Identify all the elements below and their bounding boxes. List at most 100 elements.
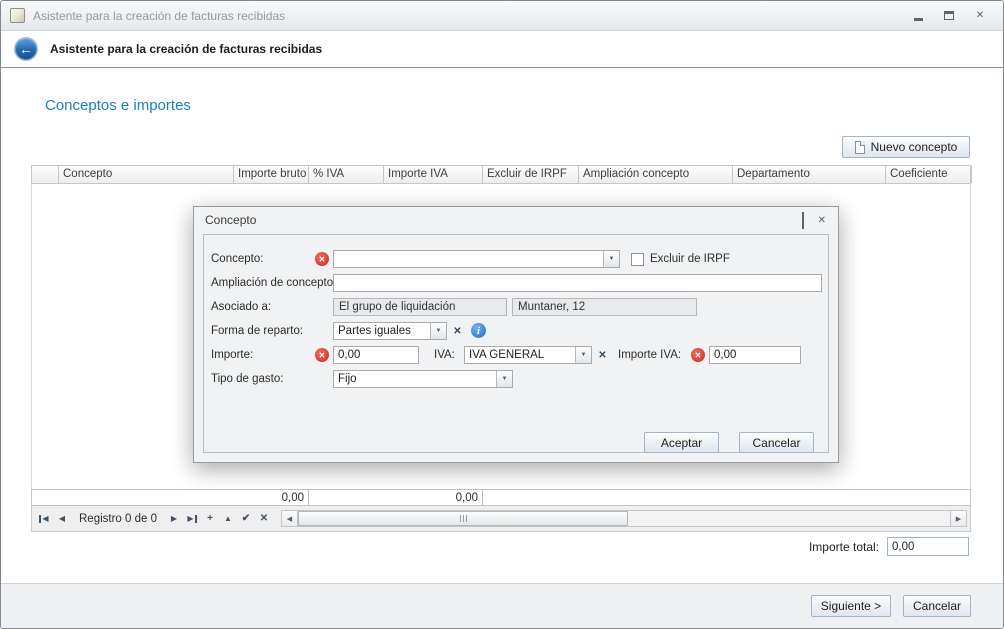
column-header-importe-bruto[interactable]: Importe bruto <box>234 166 309 183</box>
first-record-button[interactable]: ◀ <box>35 510 53 528</box>
wizard-header: ← Asistente para la creación de facturas… <box>1 31 1003 68</box>
importe-input[interactable] <box>333 346 419 364</box>
info-icon[interactable]: i <box>471 323 486 338</box>
scroll-right-button[interactable]: ▶ <box>950 511 966 526</box>
next-button-label: Siguiente > <box>821 599 881 613</box>
iva-dropdown-button[interactable]: ▼ <box>575 347 591 363</box>
record-count-label: Registro 0 de 0 <box>71 513 165 525</box>
next-record-icon: ▶ <box>171 514 177 523</box>
excluir-irpf-checkbox[interactable] <box>631 253 644 266</box>
maximize-button[interactable] <box>942 9 956 22</box>
page-title: Conceptos e importes <box>45 97 191 114</box>
scrollbar-track[interactable] <box>298 511 950 526</box>
importe-total-label: Importe total: <box>809 540 879 554</box>
next-record-button[interactable]: ▶ <box>165 510 183 528</box>
edit-record-button[interactable]: ▲ <box>219 510 237 528</box>
maximize-icon <box>944 11 954 20</box>
cancel-button[interactable]: Cancelar <box>903 595 971 617</box>
cancel-button-label: Cancelar <box>913 599 961 613</box>
column-header-indicator <box>32 166 59 183</box>
previous-record-icon: ◀ <box>59 514 65 523</box>
concepto-combobox-value[interactable] <box>334 251 603 267</box>
append-record-icon: + <box>207 513 213 524</box>
concepto-label: Concepto: <box>211 250 263 268</box>
tipo-gasto-dropdown-button[interactable]: ▼ <box>496 371 512 387</box>
importe-label: Importe: <box>211 346 253 364</box>
tipo-gasto-value[interactable]: Fijo <box>334 371 496 387</box>
scroll-left-button[interactable]: ◀ <box>282 511 298 526</box>
importe-total-row: Importe total: 0,00 <box>809 537 969 556</box>
new-concept-button[interactable]: Nuevo concepto <box>842 136 970 158</box>
chevron-down-icon: ▼ <box>502 376 508 382</box>
wizard-footer: Siguiente > Cancelar <box>1 583 1003 628</box>
concepto-error-icon: ✕ <box>315 252 329 266</box>
concepto-dialog: Concepto ✕ Concepto: ✕ ▼ Excluir de IRPF… <box>193 206 839 463</box>
new-concept-label: Nuevo concepto <box>871 140 958 154</box>
iva-label: IVA: <box>434 346 455 364</box>
chevron-down-icon: ▼ <box>436 328 442 334</box>
tipo-gasto-combobox[interactable]: Fijo ▼ <box>333 370 513 388</box>
column-header-importe-iva[interactable]: Importe IVA <box>384 166 483 183</box>
iva-clear-button[interactable]: ✕ <box>595 347 610 363</box>
scroll-right-icon: ▶ <box>956 515 961 523</box>
dialog-cancel-button[interactable]: Cancelar <box>739 432 814 453</box>
back-button[interactable]: ← <box>14 37 38 61</box>
cancel-edit-button[interactable]: ✕ <box>255 510 273 528</box>
importe-error-icon: ✕ <box>315 348 329 362</box>
chevron-down-icon: ▼ <box>581 352 587 358</box>
close-window-button[interactable]: ✕ <box>973 9 987 22</box>
forma-reparto-dropdown-button[interactable]: ▼ <box>430 323 446 339</box>
forma-reparto-label: Forma de reparto: <box>211 322 303 340</box>
wizard-header-title: Asistente para la creación de facturas r… <box>50 42 322 56</box>
ampliacion-label: Ampliación de concepto: <box>211 274 336 292</box>
column-header-pct-iva[interactable]: % IVA <box>309 166 384 183</box>
grid-header-row: Concepto Importe bruto % IVA Importe IVA… <box>31 165 971 184</box>
column-header-coeficiente[interactable]: Coeficiente <box>886 166 972 183</box>
importe-iva-label: Importe IVA: <box>618 346 681 364</box>
last-record-icon: ▶ <box>187 515 196 523</box>
dialog-cancel-button-label: Cancelar <box>752 436 800 450</box>
column-header-excluir-irpf[interactable]: Excluir de IRPF <box>483 166 579 183</box>
asociado-label: Asociado a: <box>211 298 271 316</box>
importe-iva-error-icon: ✕ <box>691 348 705 362</box>
last-record-button[interactable]: ▶ <box>183 510 201 528</box>
concepto-dropdown-button[interactable]: ▼ <box>603 251 619 267</box>
forma-reparto-value[interactable]: Partes iguales <box>334 323 430 339</box>
previous-record-button[interactable]: ◀ <box>53 510 71 528</box>
horizontal-scrollbar[interactable]: ◀ ▶ <box>281 510 967 527</box>
forma-reparto-clear-button[interactable]: ✕ <box>450 323 465 339</box>
append-record-button[interactable]: + <box>201 510 219 528</box>
scrollbar-thumb[interactable] <box>298 511 628 526</box>
iva-combobox[interactable]: IVA GENERAL ▼ <box>464 346 592 364</box>
iva-value[interactable]: IVA GENERAL <box>465 347 575 363</box>
window-title: Asistente para la creación de facturas r… <box>33 9 285 23</box>
column-header-ampliacion-concepto[interactable]: Ampliación concepto <box>579 166 733 183</box>
importe-total-field: 0,00 <box>887 537 969 556</box>
clear-icon: ✕ <box>598 350 606 361</box>
post-edit-button[interactable]: ✔ <box>237 510 255 528</box>
forma-reparto-combobox[interactable]: Partes iguales ▼ <box>333 322 447 340</box>
concepto-combobox[interactable]: ▼ <box>333 250 620 268</box>
scrollbar-grip-icon <box>459 515 468 522</box>
dialog-close-button[interactable]: ✕ <box>818 216 826 226</box>
column-header-departamento[interactable]: Departamento <box>733 166 886 183</box>
grid-totals-row: 0,00 0,00 <box>31 489 971 506</box>
excluir-irpf-label: Excluir de IRPF <box>650 250 730 268</box>
ampliacion-input[interactable] <box>333 274 822 292</box>
asociado-direccion-field: Muntaner, 12 <box>512 298 697 316</box>
importe-iva-input[interactable] <box>709 346 801 364</box>
accept-button[interactable]: Aceptar <box>644 432 719 453</box>
close-icon: ✕ <box>976 10 984 21</box>
scroll-left-icon: ◀ <box>287 515 292 523</box>
back-icon: ← <box>19 41 33 57</box>
dialog-title: Concepto <box>205 213 256 227</box>
minimize-button[interactable] <box>911 9 925 22</box>
asociado-grupo-field: El grupo de liquidación <box>333 298 507 316</box>
chevron-down-icon: ▼ <box>609 256 615 262</box>
new-document-icon <box>855 141 865 154</box>
next-button[interactable]: Siguiente > <box>811 595 891 617</box>
cancel-edit-icon: ✕ <box>260 513 268 524</box>
column-header-concepto[interactable]: Concepto <box>59 166 234 183</box>
clear-icon: ✕ <box>453 326 461 337</box>
dialog-maximize-button[interactable] <box>802 214 804 228</box>
